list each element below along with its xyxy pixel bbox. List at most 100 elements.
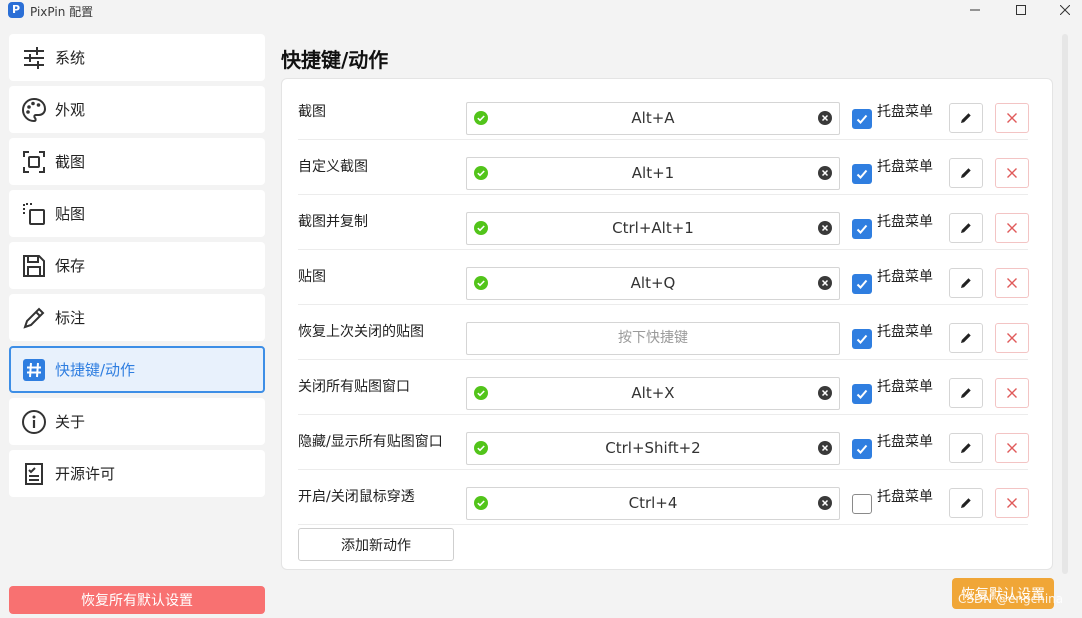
close-icon (1007, 223, 1017, 233)
clear-icon[interactable] (818, 111, 832, 125)
edit-button[interactable] (949, 103, 983, 133)
sidebar-item-license[interactable]: 开源许可 (9, 450, 265, 497)
hotkey-input[interactable]: Alt+A (466, 102, 840, 135)
delete-button[interactable] (995, 103, 1029, 133)
minimize-icon (970, 9, 980, 11)
tray-menu-checkbox[interactable] (852, 494, 872, 514)
sidebar-item-annotate[interactable]: 标注 (9, 294, 265, 341)
sidebar-item-shortcuts[interactable]: 快捷键/动作 (9, 346, 265, 393)
hotkey-placeholder: 按下快捷键 (618, 330, 688, 346)
shortcut-row: 恢复上次关闭的贴图 按下快捷键 托盘菜单 (298, 305, 1029, 360)
edit-button[interactable] (949, 433, 983, 463)
shortcut-row: 关闭所有贴图窗口 Alt+X 托盘菜单 (298, 360, 1029, 415)
tray-menu-label: 托盘菜单 (877, 269, 933, 285)
sidebar-item-screenshot[interactable]: 截图 (9, 138, 265, 185)
tray-menu-label: 托盘菜单 (877, 104, 933, 120)
maximize-button[interactable] (998, 0, 1044, 20)
close-window-button[interactable] (1042, 0, 1082, 20)
action-label: 截图 (298, 104, 326, 120)
sidebar-item-pin[interactable]: 贴图 (9, 190, 265, 237)
pencil-icon (961, 333, 971, 343)
tray-menu-checkbox[interactable] (852, 274, 872, 294)
edit-button[interactable] (949, 158, 983, 188)
clear-icon[interactable] (818, 441, 832, 455)
delete-button[interactable] (995, 488, 1029, 518)
tray-menu-checkbox[interactable] (852, 329, 872, 349)
sidebar-item-label: 截图 (55, 153, 86, 171)
add-action-button[interactable]: 添加新动作 (298, 528, 454, 561)
clear-icon[interactable] (818, 166, 832, 180)
clear-icon[interactable] (818, 496, 832, 510)
window-title: PixPin 配置 (30, 5, 94, 19)
tray-menu-label: 托盘菜单 (877, 434, 933, 450)
sidebar-item-about[interactable]: 关于 (9, 398, 265, 445)
close-icon (1007, 168, 1017, 178)
screenshot-frame-icon (21, 149, 47, 175)
scrollbar[interactable] (1062, 34, 1068, 574)
tray-menu-checkbox[interactable] (852, 219, 872, 239)
pencil-icon (961, 223, 971, 233)
pencil-icon (961, 498, 971, 508)
hotkey-value: Ctrl+Shift+2 (605, 439, 701, 457)
hotkey-input[interactable]: Ctrl+Shift+2 (466, 432, 840, 465)
shortcut-row: 贴图 Alt+Q 托盘菜单 (298, 250, 1029, 305)
delete-button[interactable] (995, 213, 1029, 243)
tray-menu-label: 托盘菜单 (877, 159, 933, 175)
clear-icon[interactable] (818, 221, 832, 235)
edit-button[interactable] (949, 378, 983, 408)
edit-button[interactable] (949, 213, 983, 243)
tray-menu-label: 托盘菜单 (877, 379, 933, 395)
hotkey-value: Alt+X (631, 384, 675, 402)
page-title: 快捷键/动作 (281, 48, 389, 72)
reset-all-defaults-button[interactable]: 恢复所有默认设置 (9, 586, 265, 614)
action-label: 开启/关闭鼠标穿透 (298, 489, 415, 505)
tray-menu-checkbox[interactable] (852, 384, 872, 404)
action-label: 恢复上次关闭的贴图 (298, 324, 424, 340)
pencil-icon (961, 278, 971, 288)
edit-button[interactable] (949, 488, 983, 518)
tray-menu-label: 托盘菜单 (877, 214, 933, 230)
save-icon (21, 253, 47, 279)
delete-button[interactable] (995, 158, 1029, 188)
info-icon (21, 409, 47, 435)
minimize-button[interactable] (952, 0, 998, 20)
tray-menu-checkbox[interactable] (852, 439, 872, 459)
license-icon (21, 461, 47, 487)
sidebar-item-label: 关于 (55, 413, 86, 431)
delete-button[interactable] (995, 433, 1029, 463)
tray-menu-checkbox[interactable] (852, 164, 872, 184)
action-label: 贴图 (298, 269, 326, 285)
clear-icon[interactable] (818, 386, 832, 400)
delete-button[interactable] (995, 268, 1029, 298)
sidebar-item-system[interactable]: 系统 (9, 34, 265, 81)
sidebar-item-appearance[interactable]: 外观 (9, 86, 265, 133)
hotkey-input[interactable]: Ctrl+4 (466, 487, 840, 520)
tray-menu-label: 托盘菜单 (877, 489, 933, 505)
hotkey-input[interactable]: 按下快捷键 (466, 322, 840, 355)
tray-menu-checkbox[interactable] (852, 109, 872, 129)
close-icon (1007, 443, 1017, 453)
checkmark-icon (856, 279, 868, 289)
pencil-icon (961, 443, 971, 453)
hotkey-input[interactable]: Alt+Q (466, 267, 840, 300)
hotkey-input[interactable]: Alt+1 (466, 157, 840, 190)
edit-button[interactable] (949, 323, 983, 353)
palette-icon (21, 97, 47, 123)
shortcut-row: 截图并复制 Ctrl+Alt+1 托盘菜单 (298, 195, 1029, 250)
edit-button[interactable] (949, 268, 983, 298)
close-icon (1007, 333, 1017, 343)
close-icon (1007, 498, 1017, 508)
checkmark-icon (856, 114, 868, 124)
delete-button[interactable] (995, 323, 1029, 353)
hotkey-value: Ctrl+4 (628, 494, 678, 512)
clear-icon[interactable] (818, 276, 832, 290)
hotkey-input[interactable]: Alt+X (466, 377, 840, 410)
hotkey-input[interactable]: Ctrl+Alt+1 (466, 212, 840, 245)
close-icon (1007, 278, 1017, 288)
sidebar-item-save[interactable]: 保存 (9, 242, 265, 289)
maximize-icon (1016, 5, 1026, 15)
app-logo-icon: P (8, 2, 24, 18)
pencil-icon (961, 388, 971, 398)
shortcut-row: 自定义截图 Alt+1 托盘菜单 (298, 140, 1029, 195)
delete-button[interactable] (995, 378, 1029, 408)
